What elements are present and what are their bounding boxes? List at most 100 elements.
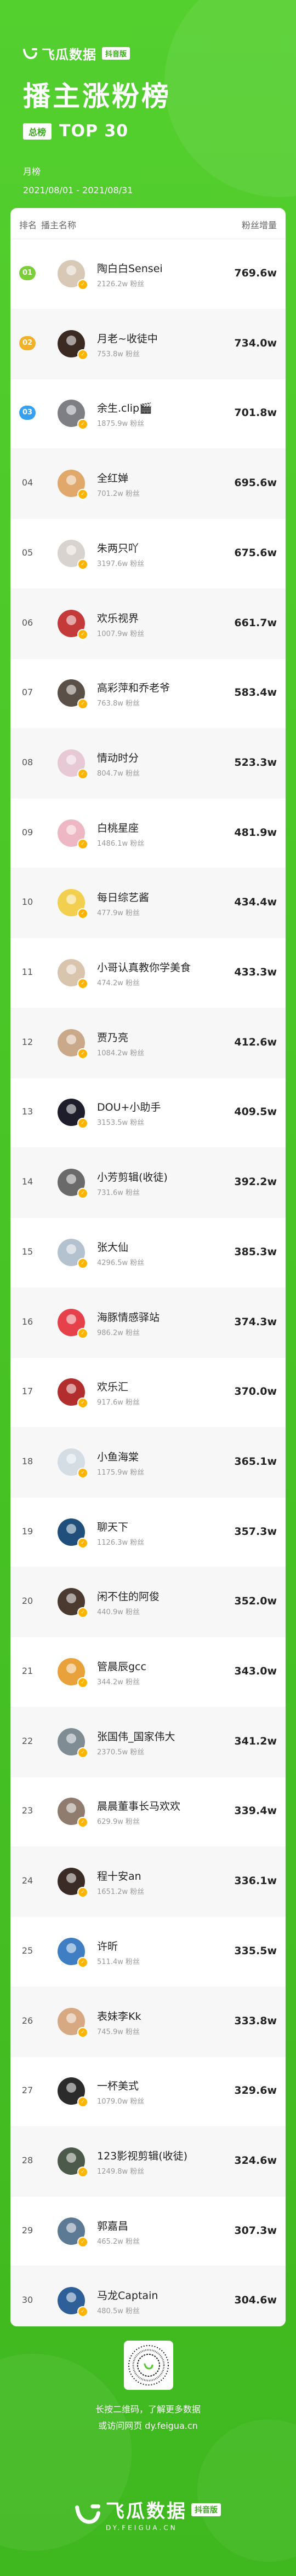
table-row[interactable]: 10 ✓ 每日综艺酱 477.9w 粉丝 434.4w (10, 868, 286, 939)
table-row[interactable]: 17 ✓ 欢乐汇 917.6w 粉丝 370.0w (10, 1357, 286, 1428)
streamer-name[interactable]: 123影视剪辑(收徒) (97, 2148, 187, 2163)
table-row[interactable]: 22 ✓ 张国伟_国家伟大 2370.5w 粉丝 341.2w (10, 1706, 286, 1777)
table-row[interactable]: 07 ✓ 高彩萍和乔老爷 763.8w 粉丝 583.4w (10, 658, 286, 729)
rank-number: 14 (21, 1176, 33, 1187)
verified-icon: ✓ (77, 1467, 88, 1478)
streamer-name[interactable]: 白桃星座 (97, 820, 139, 835)
table-row[interactable]: 20 ✓ 闲不住的阿俊 440.9w 粉丝 352.0w (10, 1567, 286, 1638)
table-row[interactable]: 28 ✓ 123影视剪辑(收徒) 1249.8w 粉丝 324.6w (10, 2126, 286, 2197)
footer-brand-url: DY.FEIGUA.CN (106, 2524, 178, 2532)
verified-icon: ✓ (77, 558, 88, 570)
fan-count: 3197.6w 粉丝 (97, 559, 145, 568)
streamer-name[interactable]: 张大仙 (97, 1239, 128, 1254)
fan-gain: 481.9w (234, 826, 277, 839)
streamer-name[interactable]: 闲不住的阿俊 (97, 1589, 160, 1603)
table-row[interactable]: 19 ✓ 聊天下 1126.3w 粉丝 357.3w (10, 1497, 286, 1568)
streamer-name[interactable]: 朱两只吖 (97, 540, 139, 555)
rank-number: 10 (21, 897, 33, 908)
streamer-name[interactable]: 全红婵 (97, 470, 128, 485)
streamer-name[interactable]: 每日综艺酱 (97, 890, 149, 904)
streamer-name[interactable]: 表妹李Kk (97, 2008, 141, 2023)
header-rank: 排名 (19, 220, 37, 230)
verified-icon: ✓ (77, 349, 88, 360)
fan-gain: 336.1w (234, 1875, 277, 1887)
streamer-name[interactable]: 马龙Captain (97, 2288, 158, 2302)
streamer-name[interactable]: 张国伟_国家伟大 (97, 1729, 175, 1743)
table-row[interactable]: 27 ✓ 一杯美式 1079.0w 粉丝 329.6w (10, 2056, 286, 2127)
streamer-name[interactable]: 郭嘉昌 (97, 2218, 128, 2233)
streamer-name[interactable]: 高彩萍和乔老爷 (97, 680, 170, 695)
fan-gain: 409.5w (234, 1106, 277, 1118)
fan-count: 480.5w 粉丝 (97, 2307, 140, 2316)
verified-icon: ✓ (77, 489, 88, 500)
table-row[interactable]: 15 ✓ 张大仙 4296.5w 粉丝 385.3w (10, 1217, 286, 1288)
fan-gain: 412.6w (234, 1036, 277, 1048)
table-row[interactable]: 30 ✓ 马龙Captain 480.5w 粉丝 304.6w (10, 2266, 286, 2326)
table-row[interactable]: 18 ✓ 小鱼海棠 1175.9w 粉丝 365.1w (10, 1426, 286, 1498)
date-range: 2021/08/01 - 2021/08/31 (23, 185, 133, 195)
rank-number: 20 (21, 1596, 33, 1607)
table-row[interactable]: 14 ✓ 小芳剪辑(收徒) 731.6w 粉丝 392.2w (10, 1147, 286, 1218)
table-row[interactable]: 04 ✓ 全红婵 701.2w 粉丝 695.6w (10, 448, 286, 519)
fan-gain: 339.4w (234, 1805, 277, 1817)
table-row[interactable]: 23 ✓ 晨晨董事长马欢欢 629.9w 粉丝 339.4w (10, 1776, 286, 1847)
streamer-name[interactable]: 欢乐视界 (97, 610, 139, 625)
table-row[interactable]: 16 ✓ 海豚情感驿站 986.2w 粉丝 374.3w (10, 1287, 286, 1358)
table-row[interactable]: 09 ✓ 白桃星座 1486.1w 粉丝 481.9w (10, 798, 286, 869)
table-row[interactable]: 29 ✓ 郭嘉昌 465.2w 粉丝 307.3w (10, 2196, 286, 2267)
table-row[interactable]: 02 ✓ 月老~收徒中 753.8w 粉丝 734.0w (10, 308, 286, 379)
table-row[interactable]: 01 ✓ 陶白白Sensei 2126.2w 粉丝 769.6w (10, 239, 286, 309)
table-row[interactable]: 06 ✓ 欢乐视界 1007.9w 粉丝 661.7w (10, 588, 286, 659)
streamer-name[interactable]: 月老~收徒中 (97, 331, 158, 345)
fan-count: 1126.3w 粉丝 (97, 1538, 145, 1547)
streamer-name[interactable]: 聊天下 (97, 1519, 128, 1534)
table-row[interactable]: 12 ✓ 贾乃亮 1084.2w 粉丝 412.6w (10, 1007, 286, 1078)
verified-icon: ✓ (77, 2306, 88, 2318)
qr-code[interactable] (124, 2341, 173, 2390)
fan-gain: 769.6w (234, 267, 277, 279)
fan-gain: 385.3w (234, 1245, 277, 1258)
fan-count: 1486.1w 粉丝 (97, 839, 145, 848)
streamer-name[interactable]: 许昕 (97, 1938, 118, 1953)
streamer-name[interactable]: 海豚情感驿站 (97, 1309, 160, 1324)
fan-count: 763.8w 粉丝 (97, 700, 140, 708)
streamer-name[interactable]: 一杯美式 (97, 2078, 139, 2093)
verified-icon: ✓ (77, 1118, 88, 1129)
table-row[interactable]: 11 ✓ 小哥认真教你学美食 474.2w 粉丝 433.3w (10, 938, 286, 1008)
fan-gain: 734.0w (234, 337, 277, 349)
fan-count: 986.2w 粉丝 (97, 1329, 140, 1337)
verified-icon: ✓ (77, 1537, 88, 1549)
table-row[interactable]: 24 ✓ 程十安an 1651.2w 粉丝 336.1w (10, 1846, 286, 1917)
rank-number: 04 (21, 477, 33, 488)
streamer-name[interactable]: 小芳剪辑(收徒) (97, 1169, 168, 1184)
streamer-name[interactable]: 小哥认真教你学美食 (97, 960, 191, 974)
rank-badge: 03 (19, 406, 36, 420)
table-row[interactable]: 21 ✓ 管晨辰gcc 344.2w 粉丝 343.0w (10, 1637, 286, 1707)
table-row[interactable]: 13 ✓ DOU+小助手 3153.5w 粉丝 409.5w (10, 1077, 286, 1148)
total-tag: 总榜 (23, 123, 52, 140)
streamer-name[interactable]: 欢乐汇 (97, 1379, 128, 1394)
streamer-name[interactable]: 贾乃亮 (97, 1030, 128, 1044)
table-row[interactable]: 03 ✓ 余生.clip🎬 1875.9w 粉丝 701.8w (10, 378, 286, 449)
fan-count: 477.9w 粉丝 (97, 909, 140, 918)
streamer-name[interactable]: 程十安an (97, 1868, 141, 1883)
streamer-name[interactable]: 陶白白Sensei (97, 261, 163, 275)
rank-number: 12 (21, 1036, 33, 1047)
streamer-name[interactable]: DOU+小助手 (97, 1099, 161, 1114)
verified-icon: ✓ (77, 1257, 88, 1269)
streamer-name[interactable]: 情动时分 (97, 750, 139, 765)
table-row[interactable]: 25 ✓ 许昕 511.4w 粉丝 335.5w (10, 1916, 286, 1987)
fan-gain: 433.3w (234, 966, 277, 978)
table-row[interactable]: 05 ✓ 朱两只吖 3197.6w 粉丝 675.6w (10, 518, 286, 589)
fan-count: 474.2w 粉丝 (97, 979, 140, 987)
fan-gain: 335.5w (234, 1944, 277, 1957)
fan-count: 1875.9w 粉丝 (97, 420, 145, 429)
table-row[interactable]: 26 ✓ 表妹李Kk 745.9w 粉丝 333.8w (10, 1986, 286, 2057)
streamer-name[interactable]: 晨晨董事长马欢欢 (97, 1798, 180, 1813)
streamer-name[interactable]: 管晨辰gcc (97, 1659, 146, 1673)
verified-icon: ✓ (77, 698, 88, 710)
table-row[interactable]: 08 ✓ 情动时分 804.7w 粉丝 523.3w (10, 727, 286, 799)
rank-number: 19 (21, 1526, 33, 1537)
streamer-name[interactable]: 余生.clip🎬 (97, 400, 152, 415)
streamer-name[interactable]: 小鱼海棠 (97, 1449, 139, 1464)
